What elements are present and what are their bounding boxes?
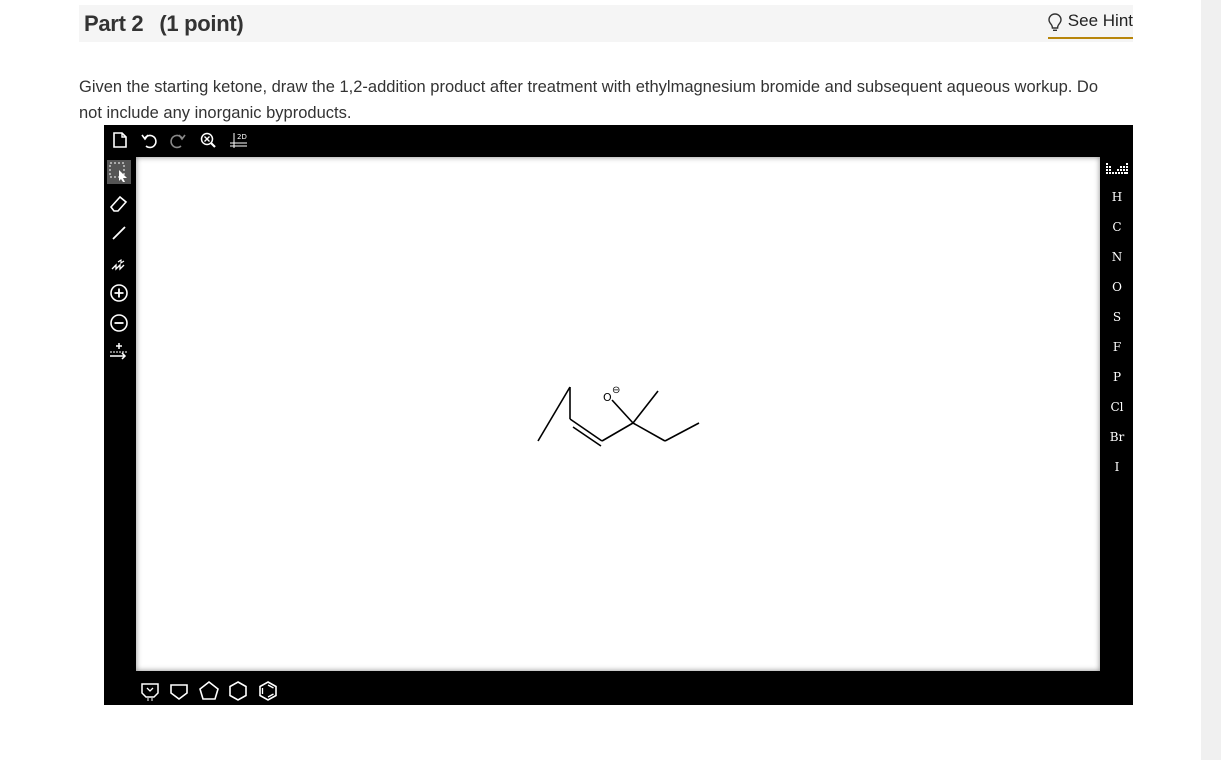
zoom-clear-icon[interactable]: [199, 131, 217, 149]
undo-icon[interactable]: [140, 131, 158, 149]
select-icon[interactable]: [107, 160, 131, 184]
element-n[interactable]: N: [1101, 250, 1133, 264]
bond: [632, 390, 659, 424]
element-o[interactable]: O: [1101, 280, 1133, 294]
clean-2d-label: 2D: [237, 133, 247, 141]
negative-charge-label: ⊖: [612, 385, 620, 396]
cyclohexane-icon[interactable]: [227, 680, 249, 702]
question-text: Given the starting ketone, draw the 1,2-…: [79, 78, 1099, 122]
points-label: (1 point): [159, 11, 244, 36]
element-br[interactable]: Br: [1101, 430, 1133, 444]
chain-icon[interactable]: [109, 253, 129, 273]
see-hint-link[interactable]: See Hint: [1047, 11, 1133, 39]
periodic-table-icon[interactable]: [1105, 162, 1129, 176]
element-cl[interactable]: Cl: [1101, 400, 1133, 414]
bond: [537, 386, 571, 442]
lightbulb-icon: [1048, 13, 1062, 31]
part-label: Part 2: [84, 11, 144, 36]
element-p[interactable]: P: [1101, 370, 1133, 384]
bond-icon[interactable]: [109, 223, 129, 243]
molecule-editor: 2D H C N O S F P Cl Br I O ⊖: [104, 125, 1133, 705]
cyclobutane-icon[interactable]: [168, 680, 190, 702]
molecule-structure[interactable]: O ⊖: [136, 157, 1100, 671]
bond: [601, 422, 634, 442]
part-title: Part 2 (1 point): [84, 11, 244, 37]
element-f[interactable]: F: [1101, 340, 1133, 354]
benzene-icon[interactable]: [257, 680, 279, 702]
template-toolbar: [104, 675, 1133, 705]
new-document-icon[interactable]: [111, 131, 129, 149]
element-s[interactable]: S: [1101, 310, 1133, 324]
erase-icon[interactable]: [109, 193, 129, 213]
element-i[interactable]: I: [1101, 460, 1133, 474]
charge-minus-icon[interactable]: [109, 313, 129, 333]
element-c[interactable]: C: [1101, 220, 1133, 234]
reaction-arrow-icon[interactable]: [109, 341, 129, 361]
oxygen-atom-label: O: [603, 391, 612, 404]
drawing-canvas[interactable]: O ⊖: [136, 157, 1100, 671]
charge-plus-icon[interactable]: [109, 283, 129, 303]
part-header: Part 2 (1 point) See Hint: [79, 5, 1133, 42]
cyclopentane-icon[interactable]: [198, 680, 220, 702]
top-toolbar: 2D: [104, 125, 1133, 155]
bond: [569, 418, 603, 442]
hint-label: See Hint: [1067, 11, 1133, 30]
element-h[interactable]: H: [1101, 190, 1133, 204]
bond: [632, 422, 666, 442]
template-icon[interactable]: [139, 680, 161, 702]
bond: [664, 422, 700, 442]
redo-icon[interactable]: [169, 131, 187, 149]
clean-2d-icon[interactable]: 2D: [229, 131, 249, 149]
bond: [611, 399, 634, 424]
left-toolbar: [104, 155, 134, 675]
element-toolbar: H C N O S F P Cl Br I: [1101, 155, 1133, 675]
page-scrollbar[interactable]: [1201, 0, 1221, 760]
